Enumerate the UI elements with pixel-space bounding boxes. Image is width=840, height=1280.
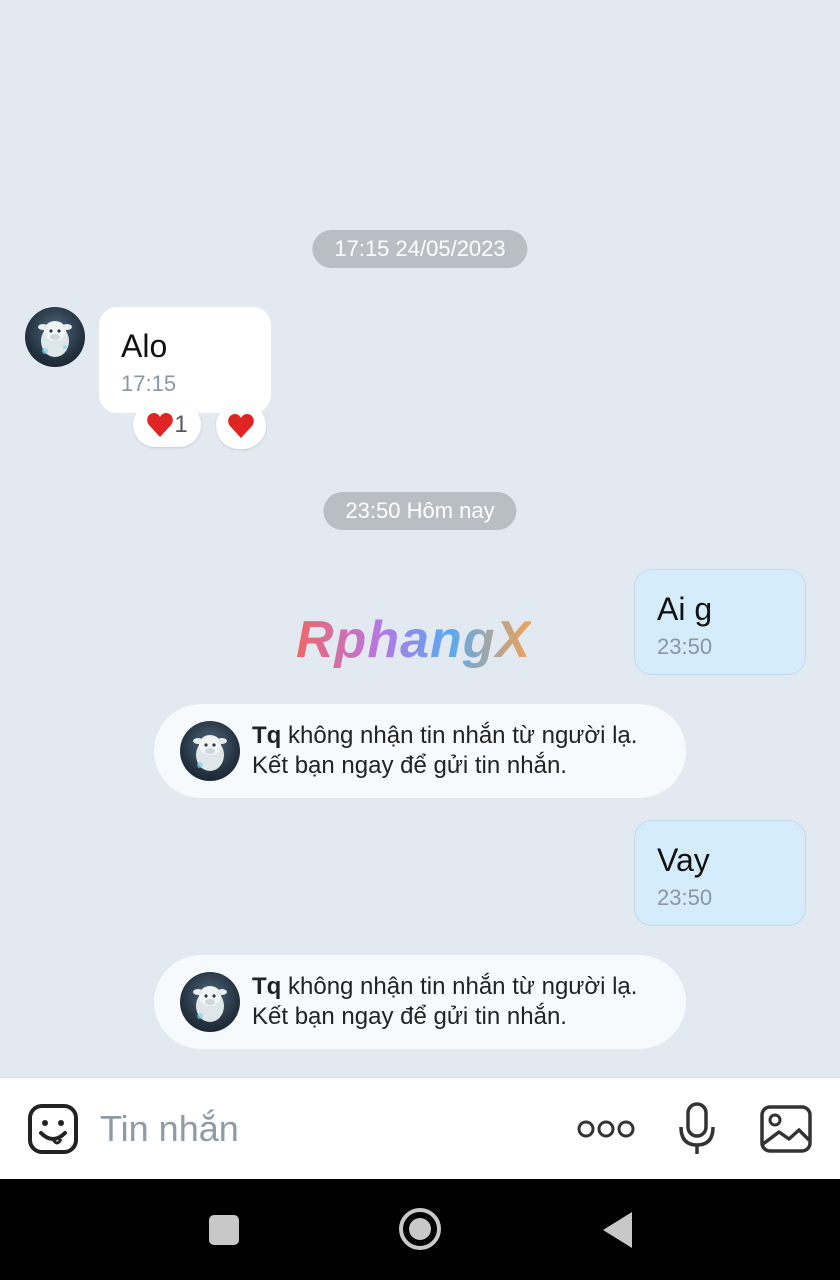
system-nav-bar xyxy=(0,1179,840,1280)
contact-avatar[interactable] xyxy=(180,972,240,1032)
emoji-button[interactable] xyxy=(26,1102,80,1156)
recent-apps-icon xyxy=(209,1215,239,1245)
voice-button[interactable] xyxy=(672,1100,722,1158)
image-button[interactable] xyxy=(758,1102,814,1156)
microphone-icon xyxy=(679,1102,715,1154)
message-input[interactable]: Tin nhắn xyxy=(100,1108,239,1150)
notice-text: không nhận tin nhắn từ người lạ. xyxy=(281,722,638,749)
avatar-image xyxy=(38,321,72,357)
date-separator: 17:15 24/05/2023 xyxy=(312,230,528,268)
back-icon xyxy=(603,1212,632,1248)
home-icon xyxy=(399,1208,441,1250)
message-input-bar: Tin nhắn xyxy=(0,1077,840,1180)
contact-avatar[interactable] xyxy=(25,307,85,367)
message-time: 17:15 xyxy=(121,371,177,396)
message-text: Alo xyxy=(121,328,168,364)
notice-line-1: Tq không nhận tin nhắn từ người lạ. xyxy=(252,972,686,1002)
stranger-notice: Tq không nhận tin nhắn từ người lạ. Kết … xyxy=(154,955,686,1049)
message-time: 23:50 xyxy=(657,634,713,659)
date-separator: 23:50 Hôm nay xyxy=(323,492,517,530)
stranger-notice: Tq không nhận tin nhắn từ người lạ. Kết … xyxy=(154,704,686,798)
watermark-logo: RphangX xyxy=(296,611,532,669)
emoji-icon xyxy=(28,1104,78,1154)
chat-area[interactable]: 17:15 24/05/2023 Alo 17:15 1 23:50 Hôm n… xyxy=(0,0,840,1077)
notice-line-2: Kết bạn ngay để gửi tin nhắn. xyxy=(252,1003,567,1030)
message-text: Vay xyxy=(657,842,710,878)
message-bubble-outgoing[interactable]: Ai g 23:50 xyxy=(634,569,806,675)
avatar-image xyxy=(193,986,227,1022)
image-icon xyxy=(760,1105,812,1153)
avatar-image xyxy=(193,735,227,771)
more-button[interactable] xyxy=(574,1110,638,1148)
notice-line-1: Tq không nhận tin nhắn từ người lạ. xyxy=(252,721,686,751)
home-button[interactable] xyxy=(394,1203,446,1255)
message-bubble-outgoing[interactable]: Vay 23:50 xyxy=(634,820,806,926)
message-bubble-incoming[interactable]: Alo 17:15 xyxy=(99,307,271,413)
message-text: Ai g xyxy=(657,591,713,627)
react-button[interactable] xyxy=(216,403,266,449)
more-icon xyxy=(577,1120,635,1138)
reaction-count: 1 xyxy=(174,411,188,438)
reaction-summary[interactable]: 1 xyxy=(133,403,201,447)
contact-name: Tq xyxy=(252,973,282,1000)
back-button[interactable] xyxy=(592,1204,642,1256)
heart-icon xyxy=(147,413,174,437)
notice-line-2: Kết bạn ngay để gửi tin nhắn. xyxy=(252,752,567,779)
contact-name: Tq xyxy=(252,722,282,749)
contact-avatar[interactable] xyxy=(180,721,240,781)
message-time: 23:50 xyxy=(657,885,713,910)
notice-text: không nhận tin nhắn từ người lạ. xyxy=(281,973,638,1000)
heart-icon xyxy=(228,414,254,438)
recent-apps-button[interactable] xyxy=(198,1204,250,1256)
